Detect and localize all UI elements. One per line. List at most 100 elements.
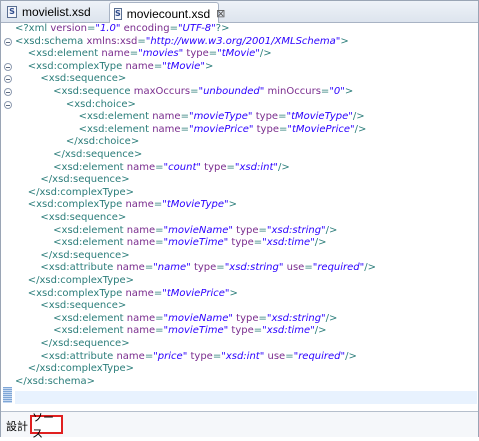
code-token: <xsd:attribute [15,262,117,274]
code-line: <xsd:element name="count" type="xsd:int"… [15,162,290,175]
code-line: </xsd:complexType> [15,275,134,288]
code-token: name [125,287,154,299]
code-line: </xsd:complexType> [15,187,134,200]
code-line: <xsd:element name="moviePrice" type="tMo… [15,123,367,137]
code-line: <xsd:complexType name="tMoviePrice"> [15,288,238,301]
code-token: name [126,161,156,173]
code-token: <xsd:element [15,161,127,173]
code-line: <xsd:attribute name="name" type="xsd:str… [15,262,376,275]
editor-window: S movielist.xsd S moviecount.xsd ⊠ <?xml… [0,0,479,440]
code-token: use [267,350,286,362]
code-token: "tMoviePrice" [162,287,230,299]
code-token: = [258,224,267,236]
code-token: /> [277,161,290,173]
code-token: <xsd:sequence> [15,73,127,85]
code-token: <xsd:element [15,237,127,249]
code-token: "required" [312,262,365,274]
code-token: name [125,199,154,211]
code-line: <xsd:sequence> [15,73,126,86]
fold-toggle-icon[interactable] [4,62,12,71]
code-line: <xsd:sequence maxOccurs="unbounded" minO… [15,86,353,99]
code-token: > [228,199,237,211]
code-token: /> [325,224,338,236]
code-token: = [169,23,178,34]
code-token: "xsd:string" [266,224,326,236]
code-token: "unbounded" [198,86,265,97]
tab-design[interactable]: 設計 [6,417,28,434]
close-icon[interactable]: ⊠ [216,7,225,20]
code-token: <xsd:sequence [15,86,134,97]
code-token: "xsd:time" [262,237,315,249]
code-token: = [212,350,222,362]
code-token: <xsd:sequence> [15,212,127,223]
code-token: = [180,123,189,135]
code-token: name [126,237,156,249]
code-token: <xsd:sequence> [15,300,127,312]
code-token: = [155,325,164,337]
code-token: xmlns:xsd [86,35,138,47]
code-token: = [153,199,163,211]
code-token: name [125,60,154,72]
code-token: "tMovieType" [162,199,229,211]
code-line: <xsd:complexType name="tMovie"> [15,60,214,74]
code-token: "movieName" [163,312,233,324]
code-token: name [116,262,145,274]
code-token: > [344,86,354,97]
code-token: = [285,350,294,362]
code-token: type [231,325,254,337]
code-token: name [152,111,181,123]
tab-source[interactable]: ソース [30,411,63,440]
code-token: "required" [293,350,346,362]
code-token: > [340,35,349,47]
code-token: "movieType" [188,111,253,123]
code-token: </xsd:complexType> [15,363,135,375]
code-token: <xsd:choice> [15,98,136,110]
code-token: <xsd:element [15,111,153,123]
code-line: </xsd:complexType> [15,363,134,376]
fold-toggle-icon[interactable] [4,100,12,109]
tab-label: moviecount.xsd [126,6,211,21]
code-line: <xsd:sequence> [15,212,126,225]
code-token: "xsd:string" [266,312,326,324]
code-token: = [137,35,146,47]
code-line: <xsd:complexType name="tMovieType"> [15,199,237,212]
code-token: <xsd:attribute [15,350,117,362]
code-token: </xsd:schema> [15,375,96,387]
code-token: </xsd:sequence> [15,174,130,186]
tab-movielist[interactable]: S movielist.xsd [3,2,107,22]
tab-moviecount[interactable]: S moviecount.xsd ⊠ [109,2,225,24]
code-token: type [190,350,213,362]
fold-toggle-icon[interactable] [4,75,12,84]
code-token: </xsd:choice> [15,136,140,148]
code-token: minOccurs [267,86,321,97]
code-token: <xsd:element [15,224,127,236]
code-token: "movies" [138,48,184,60]
code-token: maxOccurs [133,86,191,97]
code-token: "UTF-8" [177,23,216,34]
code-token: = [226,161,235,173]
code-token: = [129,48,139,60]
code-token: = [153,287,163,299]
code-token: /> [259,48,272,60]
code-token: = [253,325,263,337]
code-line: </xsd:choice> [15,136,139,149]
code-token: /> [345,350,357,362]
code-line: <xsd:element name="movieName" type="xsd:… [15,225,337,238]
source-editor[interactable]: <?xml version = "1.0" encoding = "UTF-8"?> <x… [1,23,478,410]
code-token: "count" [163,161,201,173]
code-token: name [101,48,130,60]
fold-toggle-icon[interactable] [4,88,12,96]
code-token: <xsd:element [15,48,102,60]
code-token: <?xml [15,23,51,34]
code-token: "0" [329,86,345,97]
fold-toggle-icon[interactable] [4,37,12,46]
page-tab-bar: 設計 ソース [1,411,478,440]
code-token: </xsd:sequence> [15,149,143,160]
code-token: /> [314,325,327,337]
xsd-file-icon: S [7,6,17,18]
code-token: = [208,48,218,60]
code-token: name [126,325,156,337]
code-token: "http://www.w3.org/2001/XMLSchema" [145,35,341,47]
code-token: = [144,350,154,362]
code-token: name [126,224,156,236]
